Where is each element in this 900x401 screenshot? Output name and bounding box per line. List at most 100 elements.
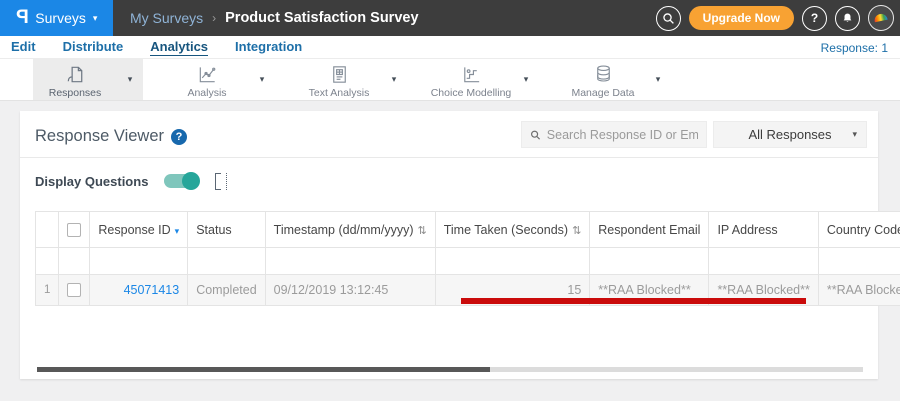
cell-status: Completed: [187, 274, 266, 306]
sort-desc-icon[interactable]: ▾: [175, 226, 180, 236]
database-icon: [592, 63, 615, 86]
tab-distribute[interactable]: Distribute: [63, 39, 124, 55]
search-input[interactable]: [546, 127, 698, 142]
survey-section-tabs: Edit Distribute Analytics Integration Re…: [0, 36, 900, 59]
toolbar-item-analysis[interactable]: Analysis ▾: [165, 59, 275, 100]
row-select-cell[interactable]: [58, 274, 91, 306]
display-questions-label: Display Questions: [35, 173, 149, 189]
choice-modelling-dropdown-caret[interactable]: ▾: [513, 74, 539, 85]
header-timestamp-label: Timestamp (dd/mm/yyyy): [273, 222, 414, 237]
annotation-red-underline: [461, 298, 806, 304]
header-response-id-label: Response ID: [98, 222, 171, 237]
header-status: Status: [187, 211, 266, 248]
cell-timestamp: 09/12/2019 13:12:45: [264, 274, 436, 306]
response-viewer-panel: Response Viewer ? All Responses ▾ Displa…: [20, 111, 900, 379]
sort-icon[interactable]: ⇅: [417, 225, 426, 237]
text-analysis-main: Text Analysis: [297, 60, 381, 99]
filter-cell-response-id[interactable]: [89, 247, 189, 275]
search-icon: [531, 130, 541, 140]
choice-modelling-icon: [460, 63, 483, 86]
responses-table: Response ID ▾ Status Timestamp (dd/mm/yyy…: [34, 211, 900, 306]
filter-cell: [34, 247, 60, 275]
responses-label: Responses: [48, 87, 102, 99]
response-count-label: Response: 1: [820, 40, 888, 55]
freeze-columns-icon[interactable]: [215, 172, 228, 190]
text-analysis-icon: [328, 63, 351, 86]
cell-country-code: **RAA Blocked**: [817, 274, 900, 306]
filter-selected-value: All Responses: [748, 127, 832, 142]
toggle-knob: [182, 172, 201, 190]
row-number: 1: [34, 274, 60, 306]
filter-cell: [58, 247, 91, 275]
breadcrumb: My Surveys › Product Satisfaction Survey: [130, 0, 419, 36]
chevron-down-icon: ▾: [852, 129, 857, 139]
sort-icon[interactable]: ⇅: [572, 225, 581, 237]
divider: [20, 157, 878, 158]
breadcrumb-my-surveys[interactable]: My Surveys: [130, 10, 203, 26]
manage-data-main: Manage Data: [561, 60, 645, 99]
surveys-menu[interactable]: P Surveys ▾: [0, 0, 113, 36]
header-timestamp[interactable]: Timestamp (dd/mm/yyyy) ⇅: [264, 211, 436, 248]
analysis-dropdown-caret[interactable]: ▾: [249, 74, 275, 85]
responses-dropdown-caret[interactable]: ▾: [117, 74, 143, 85]
header-time-taken[interactable]: Time Taken (Seconds) ⇅: [434, 211, 591, 248]
questionpro-logo: P: [15, 7, 29, 28]
breadcrumb-separator: ›: [212, 11, 217, 25]
tab-integration[interactable]: Integration: [235, 39, 302, 55]
header-row: Response ID ▾ Status Timestamp (dd/mm/yyy…: [34, 211, 900, 248]
analysis-main: Analysis: [165, 60, 249, 99]
analytics-toolbar: Responses ▾ Analysis ▾ Text Analysis ▾ C…: [0, 59, 900, 101]
response-filter-dropdown[interactable]: All Responses ▾: [713, 121, 867, 148]
filter-cell-country[interactable]: [817, 247, 900, 275]
filter-cell-ip[interactable]: [708, 247, 819, 275]
row-checkbox[interactable]: [67, 283, 82, 298]
topbar-actions: Upgrade Now ?: [655, 0, 894, 36]
title-help-icon[interactable]: ?: [171, 128, 188, 145]
horizontal-scrollbar[interactable]: [37, 367, 863, 372]
toolbar-item-choice-modelling[interactable]: Choice Modelling ▾: [429, 59, 539, 100]
bell-icon[interactable]: [835, 5, 860, 31]
top-navigation-bar: P Surveys ▾ My Surveys › Product Satisfa…: [0, 0, 900, 36]
header-response-id[interactable]: Response ID ▾: [89, 211, 189, 248]
avatar-rainbow-logo: [873, 12, 888, 23]
upgrade-now-button[interactable]: Upgrade Now: [688, 6, 794, 30]
search-icon[interactable]: [655, 5, 681, 31]
display-questions-toggle[interactable]: [164, 172, 201, 190]
horizontal-scrollbar-thumb[interactable]: [37, 367, 490, 372]
toolbar-item-text-analysis[interactable]: Text Analysis ▾: [297, 59, 407, 100]
analysis-icon: [196, 63, 219, 86]
header-country-code: Country Code: [817, 211, 900, 248]
page-title-text: Response Viewer: [35, 127, 165, 145]
select-all-checkbox[interactable]: [67, 222, 82, 237]
text-analysis-dropdown-caret[interactable]: ▾: [381, 74, 407, 85]
response-id-link[interactable]: 45071413: [124, 283, 180, 297]
filter-cell-timestamp[interactable]: [264, 247, 436, 275]
responses-main: Responses: [33, 60, 117, 99]
text-analysis-label: Text Analysis: [308, 87, 370, 99]
toolbar-item-manage-data[interactable]: Manage Data ▾: [561, 59, 671, 100]
help-button[interactable]: ?: [802, 5, 827, 31]
tab-analytics[interactable]: Analytics: [150, 39, 209, 56]
tab-edit[interactable]: Edit: [11, 39, 36, 55]
manage-data-dropdown-caret[interactable]: ▾: [645, 74, 671, 85]
cell-response-id[interactable]: 45071413: [89, 274, 189, 306]
filter-cell-email[interactable]: [589, 247, 710, 275]
response-search-box: [521, 121, 707, 148]
header-rownum: [34, 211, 60, 248]
choice-modelling-main: Choice Modelling: [429, 60, 513, 99]
filter-cell-time-taken[interactable]: [434, 247, 591, 275]
display-controls: Display Questions: [35, 172, 228, 190]
chevron-down-icon: ▾: [92, 12, 98, 23]
toolbar-item-responses[interactable]: Responses ▾: [33, 59, 143, 100]
responses-icon: [64, 63, 87, 86]
page-title: Response Viewer ?: [35, 127, 188, 146]
header-select-all[interactable]: [58, 211, 91, 248]
header-time-taken-label: Time Taken (Seconds): [443, 222, 569, 237]
breadcrumb-current-survey: Product Satisfaction Survey: [225, 10, 419, 26]
analysis-label: Analysis: [187, 87, 227, 99]
choice-modelling-label: Choice Modelling: [430, 87, 512, 99]
manage-data-label: Manage Data: [571, 87, 635, 99]
filter-cell-status[interactable]: [187, 247, 266, 275]
product-name: Surveys: [35, 10, 86, 26]
avatar[interactable]: [868, 5, 894, 31]
